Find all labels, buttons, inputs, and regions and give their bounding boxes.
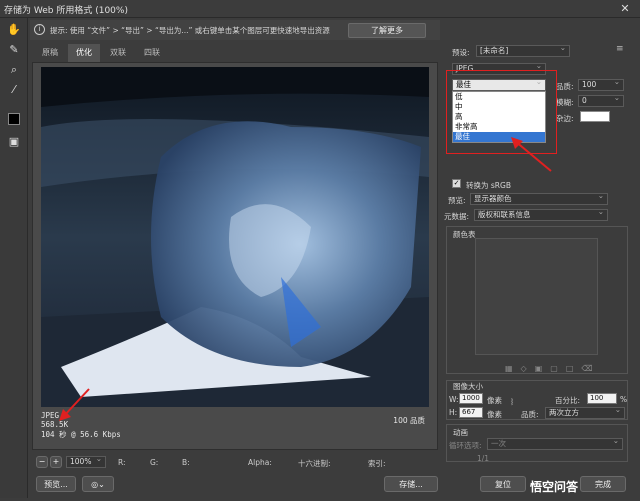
annotation-arrow-left	[59, 388, 90, 421]
loop-label: 循环选项:	[449, 441, 482, 450]
blur-input[interactable]: 0	[578, 93, 624, 107]
tab-original[interactable]: 原稿	[34, 44, 66, 62]
eyedropper-icon[interactable]: ⁄	[6, 82, 22, 98]
link-icon[interactable]: ⧘	[511, 397, 513, 408]
preset-label: 预设:	[452, 48, 470, 57]
color-table-area	[475, 238, 598, 355]
metadata-select[interactable]: 版权和联系信息	[474, 207, 608, 221]
info-download-time: 104 秒 @ 56.6 Kbps	[41, 430, 121, 439]
metadata-label: 元数据:	[444, 212, 470, 221]
hand-tool-icon[interactable]: ✋	[6, 22, 22, 38]
panel-menu-icon[interactable]: ≡	[616, 44, 624, 54]
option-very-high[interactable]: 非常高	[453, 122, 545, 132]
optimization-info: JPEG 568.5K 104 秒 @ 56.6 Kbps 100 品质	[41, 411, 429, 447]
tab-2up[interactable]: 双联	[102, 44, 134, 62]
watermark: 悟空问答	[530, 480, 579, 494]
width-label: W:	[449, 395, 459, 404]
matte-color-swatch[interactable]	[580, 111, 610, 122]
option-low[interactable]: 低	[453, 92, 545, 102]
title-bar: 存储为 Web 所用格式 (100%) ✕	[0, 0, 640, 18]
percent-input[interactable]: 100	[587, 393, 617, 404]
info-size: 568.5K	[41, 420, 69, 429]
zoom-select[interactable]: 100%	[66, 454, 106, 468]
status-g: G:	[150, 458, 159, 467]
status-bar: − + 100% R: G: B: Alpha: 十六进制: 索引:	[30, 454, 440, 470]
color-table-icons[interactable]: ▦◇▣▢□⌫	[505, 364, 601, 373]
info-icon: i	[34, 24, 45, 35]
frame-counter: 1/1	[477, 454, 490, 463]
slice-select-icon[interactable]: ✎	[6, 42, 22, 58]
preview-button[interactable]: 预览...	[36, 476, 76, 492]
quality-label: 品质:	[556, 82, 574, 91]
status-r: R:	[118, 458, 126, 467]
percent-label: 百分比:	[555, 396, 581, 405]
image-size-group: 图像大小 W: 1000 像素 H: 667 像素 ⧘ 百分比: 100 % 品…	[446, 380, 628, 420]
resample-label: 品质:	[521, 410, 539, 419]
loop-select[interactable]: 一次	[487, 436, 623, 450]
close-icon[interactable]: ✕	[614, 1, 636, 17]
tab-optimized[interactable]: 优化	[68, 44, 100, 62]
tool-bar: ✋ ✎ ⌕ ⁄ ▣	[0, 18, 28, 498]
blur-label: 模糊:	[556, 98, 574, 107]
annotation-arrow	[511, 137, 552, 172]
animation-title: 动画	[453, 428, 468, 437]
matte-label: 杂边:	[556, 114, 574, 123]
width-unit: 像素	[487, 396, 502, 405]
convert-srgb-label: 转换为 sRGB	[466, 181, 511, 190]
zoom-icon[interactable]: ⌕	[6, 62, 22, 78]
resample-select[interactable]: 两次立方	[545, 405, 625, 419]
image-size-title: 图像大小	[453, 382, 483, 391]
view-tabs: 原稿 优化 双联 四联	[30, 44, 440, 62]
option-high[interactable]: 高	[453, 112, 545, 122]
tab-4up[interactable]: 四联	[136, 44, 168, 62]
status-index: 索引:	[368, 459, 386, 468]
browser-preview-button[interactable]: ◎⌄	[82, 476, 114, 492]
color-table-title: 颜色表	[453, 230, 476, 239]
hint-bar: i 提示: 使用 “文件” > “导出” > “导出为...” 或右键单击某个图…	[30, 20, 440, 40]
reset-button[interactable]: 复位	[480, 476, 526, 492]
save-button[interactable]: 存储...	[384, 476, 438, 492]
zoom-out-button[interactable]: −	[36, 456, 48, 468]
learn-more-button[interactable]: 了解更多	[348, 23, 426, 38]
height-label: H:	[449, 408, 458, 417]
convert-srgb-checkbox[interactable]: ✓	[452, 179, 461, 188]
percent-sign: %	[620, 395, 628, 404]
toggle-slices-icon[interactable]: ▣	[6, 134, 22, 150]
info-quality: 100 品质	[393, 416, 425, 425]
ice-photo	[41, 67, 429, 407]
hint-text: 提示: 使用 “文件” > “导出” > “导出为...” 或右键单击某个图层可…	[50, 26, 330, 35]
preset-select[interactable]: [未命名]	[476, 43, 570, 57]
preview-select[interactable]: 显示器颜色	[470, 191, 608, 205]
animation-group: 动画 循环选项: 一次 1/1	[446, 424, 628, 463]
zoom-in-button[interactable]: +	[50, 456, 62, 468]
preview-image[interactable]	[41, 67, 429, 407]
window-title: 存储为 Web 所用格式 (100%)	[4, 6, 128, 16]
eyedropper-color-swatch[interactable]	[8, 113, 20, 125]
option-medium[interactable]: 中	[453, 102, 545, 112]
status-b: B:	[182, 458, 190, 467]
preview-label: 预览:	[448, 196, 466, 205]
status-alpha: Alpha:	[248, 458, 272, 467]
height-unit: 像素	[487, 410, 502, 419]
width-input[interactable]: 1000	[459, 393, 483, 404]
quality-input[interactable]: 100	[578, 77, 624, 91]
status-hex: 十六进制:	[298, 459, 331, 468]
info-format: JPEG	[41, 411, 60, 420]
height-input[interactable]: 667	[459, 407, 483, 418]
